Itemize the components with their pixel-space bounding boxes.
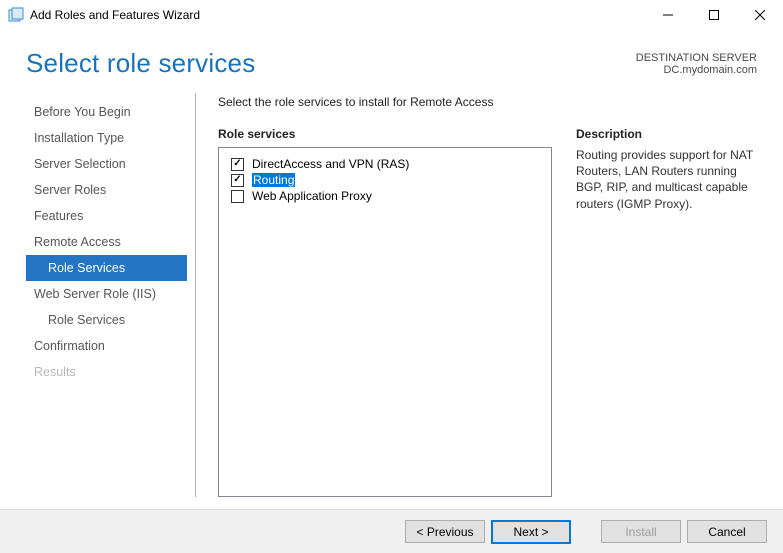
instruction-text: Select the role services to install for …: [218, 93, 757, 127]
role-service-label[interactable]: Routing: [252, 173, 295, 187]
role-services-column: Role services DirectAccess and VPN (RAS)…: [218, 127, 552, 497]
role-services-heading: Role services: [218, 127, 552, 141]
wizard-step[interactable]: Features: [26, 203, 187, 229]
description-column: Description Routing provides support for…: [576, 127, 757, 497]
wizard-step[interactable]: Remote Access: [26, 229, 187, 255]
wizard-step[interactable]: Role Services: [26, 307, 187, 333]
minimize-button[interactable]: [645, 0, 691, 30]
content: Select the role services to install for …: [196, 93, 757, 497]
role-service-label[interactable]: DirectAccess and VPN (RAS): [252, 157, 409, 171]
install-button[interactable]: Install: [601, 520, 681, 543]
wizard-steps-sidebar: Before You BeginInstallation TypeServer …: [26, 93, 196, 497]
columns: Role services DirectAccess and VPN (RAS)…: [218, 127, 757, 497]
wizard-step[interactable]: Server Roles: [26, 177, 187, 203]
wizard-step[interactable]: Before You Begin: [26, 99, 187, 125]
description-text: Routing provides support for NAT Routers…: [576, 147, 757, 212]
next-button[interactable]: Next >: [491, 520, 571, 544]
wizard-step[interactable]: Web Server Role (IIS): [26, 281, 187, 307]
role-service-item[interactable]: DirectAccess and VPN (RAS): [231, 156, 539, 172]
wizard-step[interactable]: Server Selection: [26, 151, 187, 177]
description-heading: Description: [576, 127, 757, 141]
header: Select role services DESTINATION SERVER …: [0, 30, 783, 93]
wizard-step[interactable]: Installation Type: [26, 125, 187, 151]
checkbox-icon[interactable]: [231, 158, 244, 171]
page-title: Select role services: [26, 48, 255, 79]
main: Before You BeginInstallation TypeServer …: [0, 93, 783, 509]
maximize-button[interactable]: [691, 0, 737, 30]
wizard-app-icon: [8, 7, 24, 23]
cancel-button[interactable]: Cancel: [687, 520, 767, 543]
checkbox-icon[interactable]: [231, 190, 244, 203]
titlebar: Add Roles and Features Wizard: [0, 0, 783, 30]
role-service-label[interactable]: Web Application Proxy: [252, 189, 372, 203]
destination-server: DC.mydomain.com: [636, 64, 757, 76]
wizard-step[interactable]: Confirmation: [26, 333, 187, 359]
destination-block: DESTINATION SERVER DC.mydomain.com: [636, 48, 757, 76]
destination-label: DESTINATION SERVER: [636, 52, 757, 64]
wizard-step: Results: [26, 359, 187, 385]
role-service-item[interactable]: Web Application Proxy: [231, 188, 539, 204]
previous-button[interactable]: < Previous: [405, 520, 485, 543]
close-button[interactable]: [737, 0, 783, 30]
checkbox-icon[interactable]: [231, 174, 244, 187]
window-controls: [645, 0, 783, 30]
footer: < Previous Next > Install Cancel: [0, 509, 783, 553]
role-services-listbox[interactable]: DirectAccess and VPN (RAS) Routing Web App…: [218, 147, 552, 497]
role-service-item[interactable]: Routing: [231, 172, 539, 188]
window-title: Add Roles and Features Wizard: [30, 8, 200, 22]
wizard-step[interactable]: Role Services: [26, 255, 187, 281]
